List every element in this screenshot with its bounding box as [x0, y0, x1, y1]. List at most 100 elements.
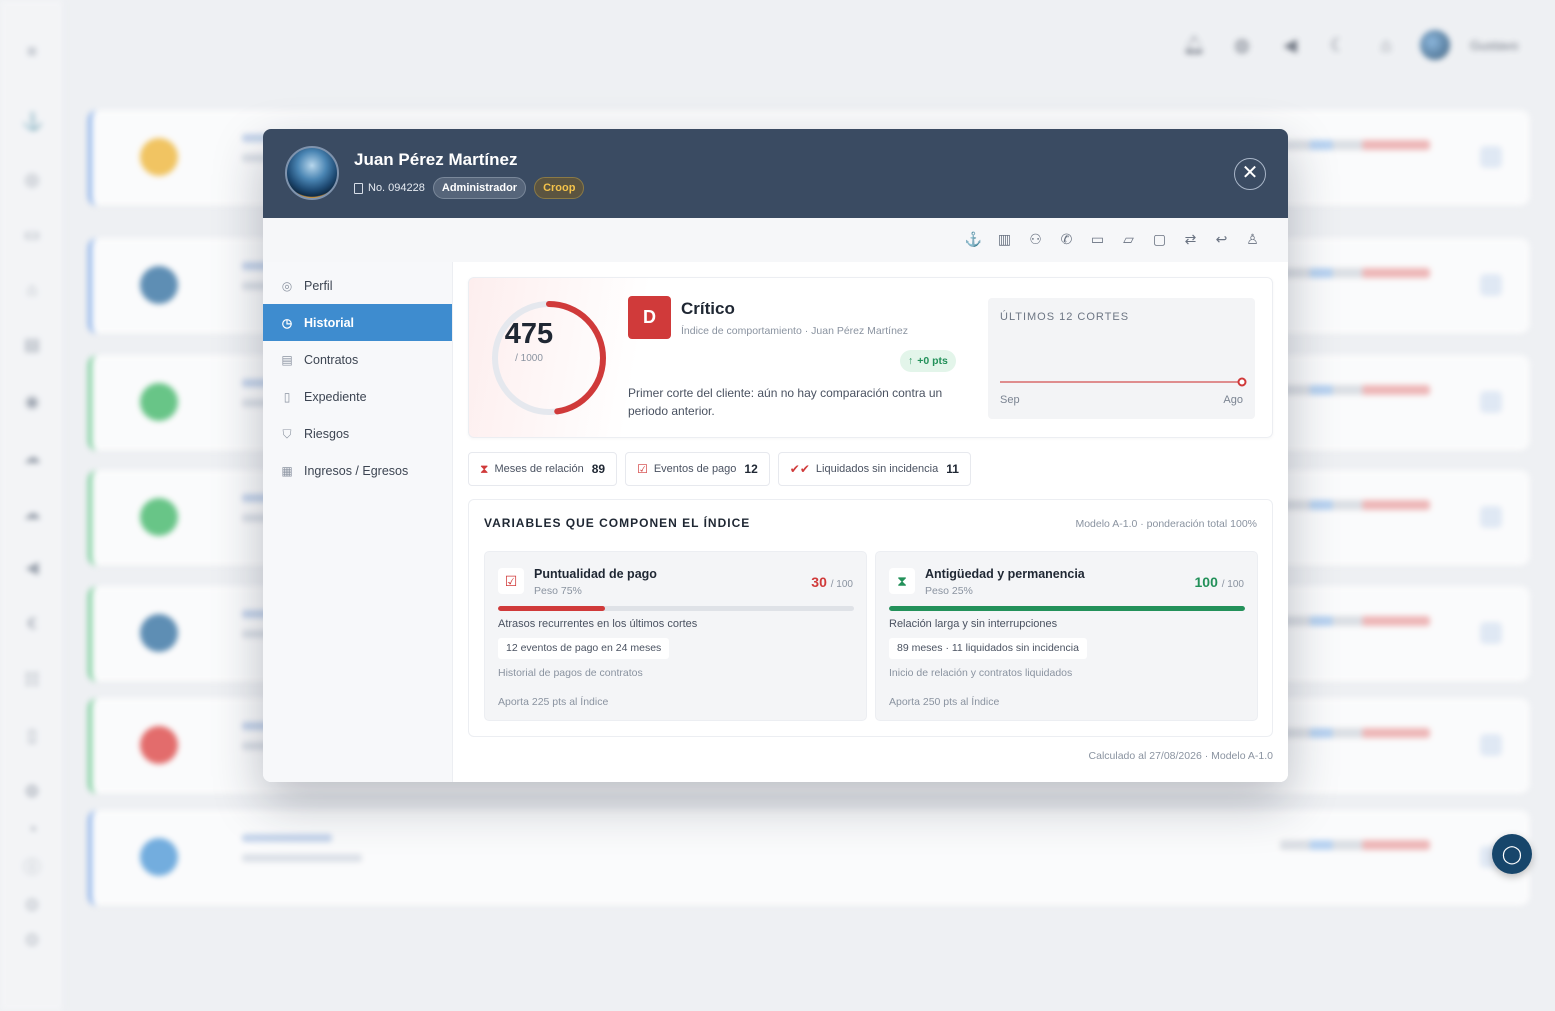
megaphone-icon: ◀ — [1283, 35, 1297, 55]
hourglass-icon: ⧗ — [480, 461, 489, 476]
moon-icon: ☾ — [1329, 35, 1347, 55]
variable-score-value: 100 — [1194, 574, 1218, 590]
grade-badge: D — [628, 296, 671, 339]
grade-label: Crítico — [681, 299, 735, 318]
chip-label: Liquidados sin incidencia — [815, 463, 939, 475]
note-icon[interactable]: ▱ — [1119, 230, 1138, 249]
score-value: 475 — [504, 318, 554, 350]
user-circle-icon: ◎ — [281, 278, 293, 293]
variable-tag: 12 eventos de pago en 24 meses — [498, 638, 670, 659]
bell-icon: 🔔︎ — [1182, 35, 1206, 55]
app-top-bar: 🔔︎ ◍ ◀ ☾ ⌂ Gustavo — [1180, 28, 1518, 62]
list-item — [88, 810, 1530, 906]
chip-value: 89 — [591, 462, 606, 476]
rail-icon: ▯ — [27, 726, 37, 745]
barcode-icon[interactable]: ▥ — [995, 230, 1014, 249]
variable-name: Antigüedad y permanencia — [925, 567, 1085, 581]
user-icon[interactable]: ⚇ — [1026, 230, 1045, 249]
rail-icon: € — [27, 614, 37, 633]
variable-progress-fill — [498, 606, 605, 611]
history-icon: ◷ — [281, 315, 293, 330]
client-number: No. 094228 — [354, 182, 425, 194]
wallet-icon[interactable]: ▢ — [1150, 230, 1169, 249]
sidebar-item-contratos[interactable]: ▤ Contratos — [263, 341, 452, 378]
trend-start-label: Sep — [1000, 394, 1020, 406]
close-icon: ✕ — [1241, 162, 1259, 184]
trend-end-label: Ago — [1223, 394, 1243, 406]
rail-icon: ⊙ — [24, 895, 40, 914]
variable-tag: 89 meses · 11 liquidados sin incidencia — [889, 638, 1087, 659]
rail-icon: ◀ — [25, 558, 39, 577]
rail-icon: ◎ — [24, 170, 40, 189]
first-cut-note: Primer corte del cliente: aún no hay com… — [628, 386, 943, 418]
client-avatar — [285, 146, 339, 200]
chip-value: 12 — [744, 462, 758, 476]
score-subtitle: Índice de comportamiento · Juan Pérez Ma… — [681, 325, 909, 337]
trend-point — [1237, 377, 1247, 387]
variables-panel: VARIABLES QUE COMPONEN EL ÍNDICE Modelo … — [468, 499, 1273, 737]
variables-title: VARIABLES QUE COMPONEN EL ÍNDICE — [484, 516, 751, 530]
variable-progress — [889, 606, 1245, 611]
score-max: / 1000 — [515, 353, 543, 364]
rail-icon: ⌂ — [26, 280, 38, 299]
chat-icon[interactable]: ▭ — [1088, 230, 1107, 249]
document-icon: ▤ — [281, 352, 293, 367]
client-name: Juan Pérez Martínez — [354, 150, 518, 169]
client-detail-modal: Juan Pérez Martínez No. 094228 Administr… — [263, 129, 1288, 782]
sidebar-item-ingresos-egresos[interactable]: ▦ Ingresos / Egresos — [263, 452, 452, 489]
transfer-icon[interactable]: ⇄ — [1181, 230, 1200, 249]
variable-contribution: Aporta 225 pts al Índice — [498, 696, 609, 708]
support-chat-button[interactable]: ◯ — [1492, 834, 1532, 874]
client-number-text: No. 094228 — [368, 182, 425, 194]
modal-sidebar: ◎ Perfil ◷ Historial ▤ Contratos ▯ Expedient… — [263, 262, 453, 782]
variable-card-puntualidad: ☑ Puntualidad de pago Peso 75% 30 / 100 … — [484, 551, 867, 721]
rail-icon: ◉ — [24, 392, 40, 411]
variable-progress-fill — [889, 606, 1245, 611]
chip-label: Meses de relación — [494, 463, 584, 475]
score-delta-badge: ↑ +0 pts — [900, 350, 956, 372]
rail-icon: ⚓ — [22, 112, 44, 131]
variable-description: Atrasos recurrentes en los últimos corte… — [498, 618, 698, 630]
folder-icon: ▯ — [283, 389, 291, 404]
role-badge: Administrador — [432, 177, 527, 199]
variable-weight: Peso 25% — [925, 585, 973, 597]
chip-liquidados: ✔✔ Liquidados sin incidencia 11 — [777, 452, 971, 486]
rail-icon: ⓘ — [23, 858, 41, 877]
rail-icon: ☁ — [23, 448, 41, 467]
sidebar-item-label: Perfil — [304, 278, 333, 293]
variable-contribution: Aporta 250 pts al Índice — [889, 696, 1000, 708]
variable-score-max: / 100 — [830, 579, 853, 590]
rail-icon: ⊙ — [24, 930, 40, 949]
menu-icon: ≡ — [27, 42, 37, 61]
sidebar-item-label: Riesgos — [304, 426, 350, 441]
reply-icon[interactable]: ↩ — [1212, 230, 1231, 249]
client-meta: No. 094228 Administrador Croop — [354, 177, 585, 199]
bank-icon: ⌂ — [1380, 35, 1392, 55]
sidebar-item-label: Contratos — [304, 352, 359, 367]
stamp-icon[interactable]: ⚓ — [964, 230, 983, 249]
signature-icon[interactable]: ♙ — [1243, 230, 1262, 249]
variable-source: Inicio de relación y contratos liquidado… — [889, 667, 1073, 679]
variable-description: Relación larga y sin interrupciones — [889, 618, 1058, 630]
trend-panel: ÚLTIMOS 12 CORTES Sep Ago — [988, 298, 1255, 419]
rail-icon: ☷ — [24, 670, 40, 689]
sidebar-item-historial[interactable]: ◷ Historial — [263, 304, 452, 341]
close-button[interactable]: ✕ — [1234, 158, 1266, 190]
phone-icon[interactable]: ✆ — [1057, 230, 1076, 249]
calendar-check-icon: ☑ — [498, 568, 524, 594]
sidebar-item-label: Ingresos / Egresos — [304, 463, 409, 478]
sidebar-item-riesgos[interactable]: ⛉ Riesgos — [263, 415, 452, 452]
chip-meses-relacion: ⧗ Meses de relación 89 — [468, 452, 618, 486]
user-name: Gustavo — [1470, 37, 1519, 53]
sidebar-item-perfil[interactable]: ◎ Perfil — [263, 267, 452, 304]
stat-chips: ⧗ Meses de relación 89 ☑ Eventos de pago 12 … — [468, 452, 971, 486]
sidebar-item-expediente[interactable]: ▯ Expediente — [263, 378, 452, 415]
modal-header: Juan Pérez Martínez No. 094228 Administr… — [263, 129, 1288, 218]
variable-source: Historial de pagos de contratos — [498, 667, 643, 679]
variables-meta: Modelo A-1.0 · ponderación total 100% — [1075, 518, 1257, 530]
chip-eventos-pago: ☑ Eventos de pago 12 — [625, 452, 770, 486]
shield-icon: ⛉ — [282, 426, 292, 441]
rail-icon: ◔ — [26, 820, 38, 839]
document-icon — [354, 182, 363, 194]
rail-icon: ▭ — [23, 225, 41, 244]
